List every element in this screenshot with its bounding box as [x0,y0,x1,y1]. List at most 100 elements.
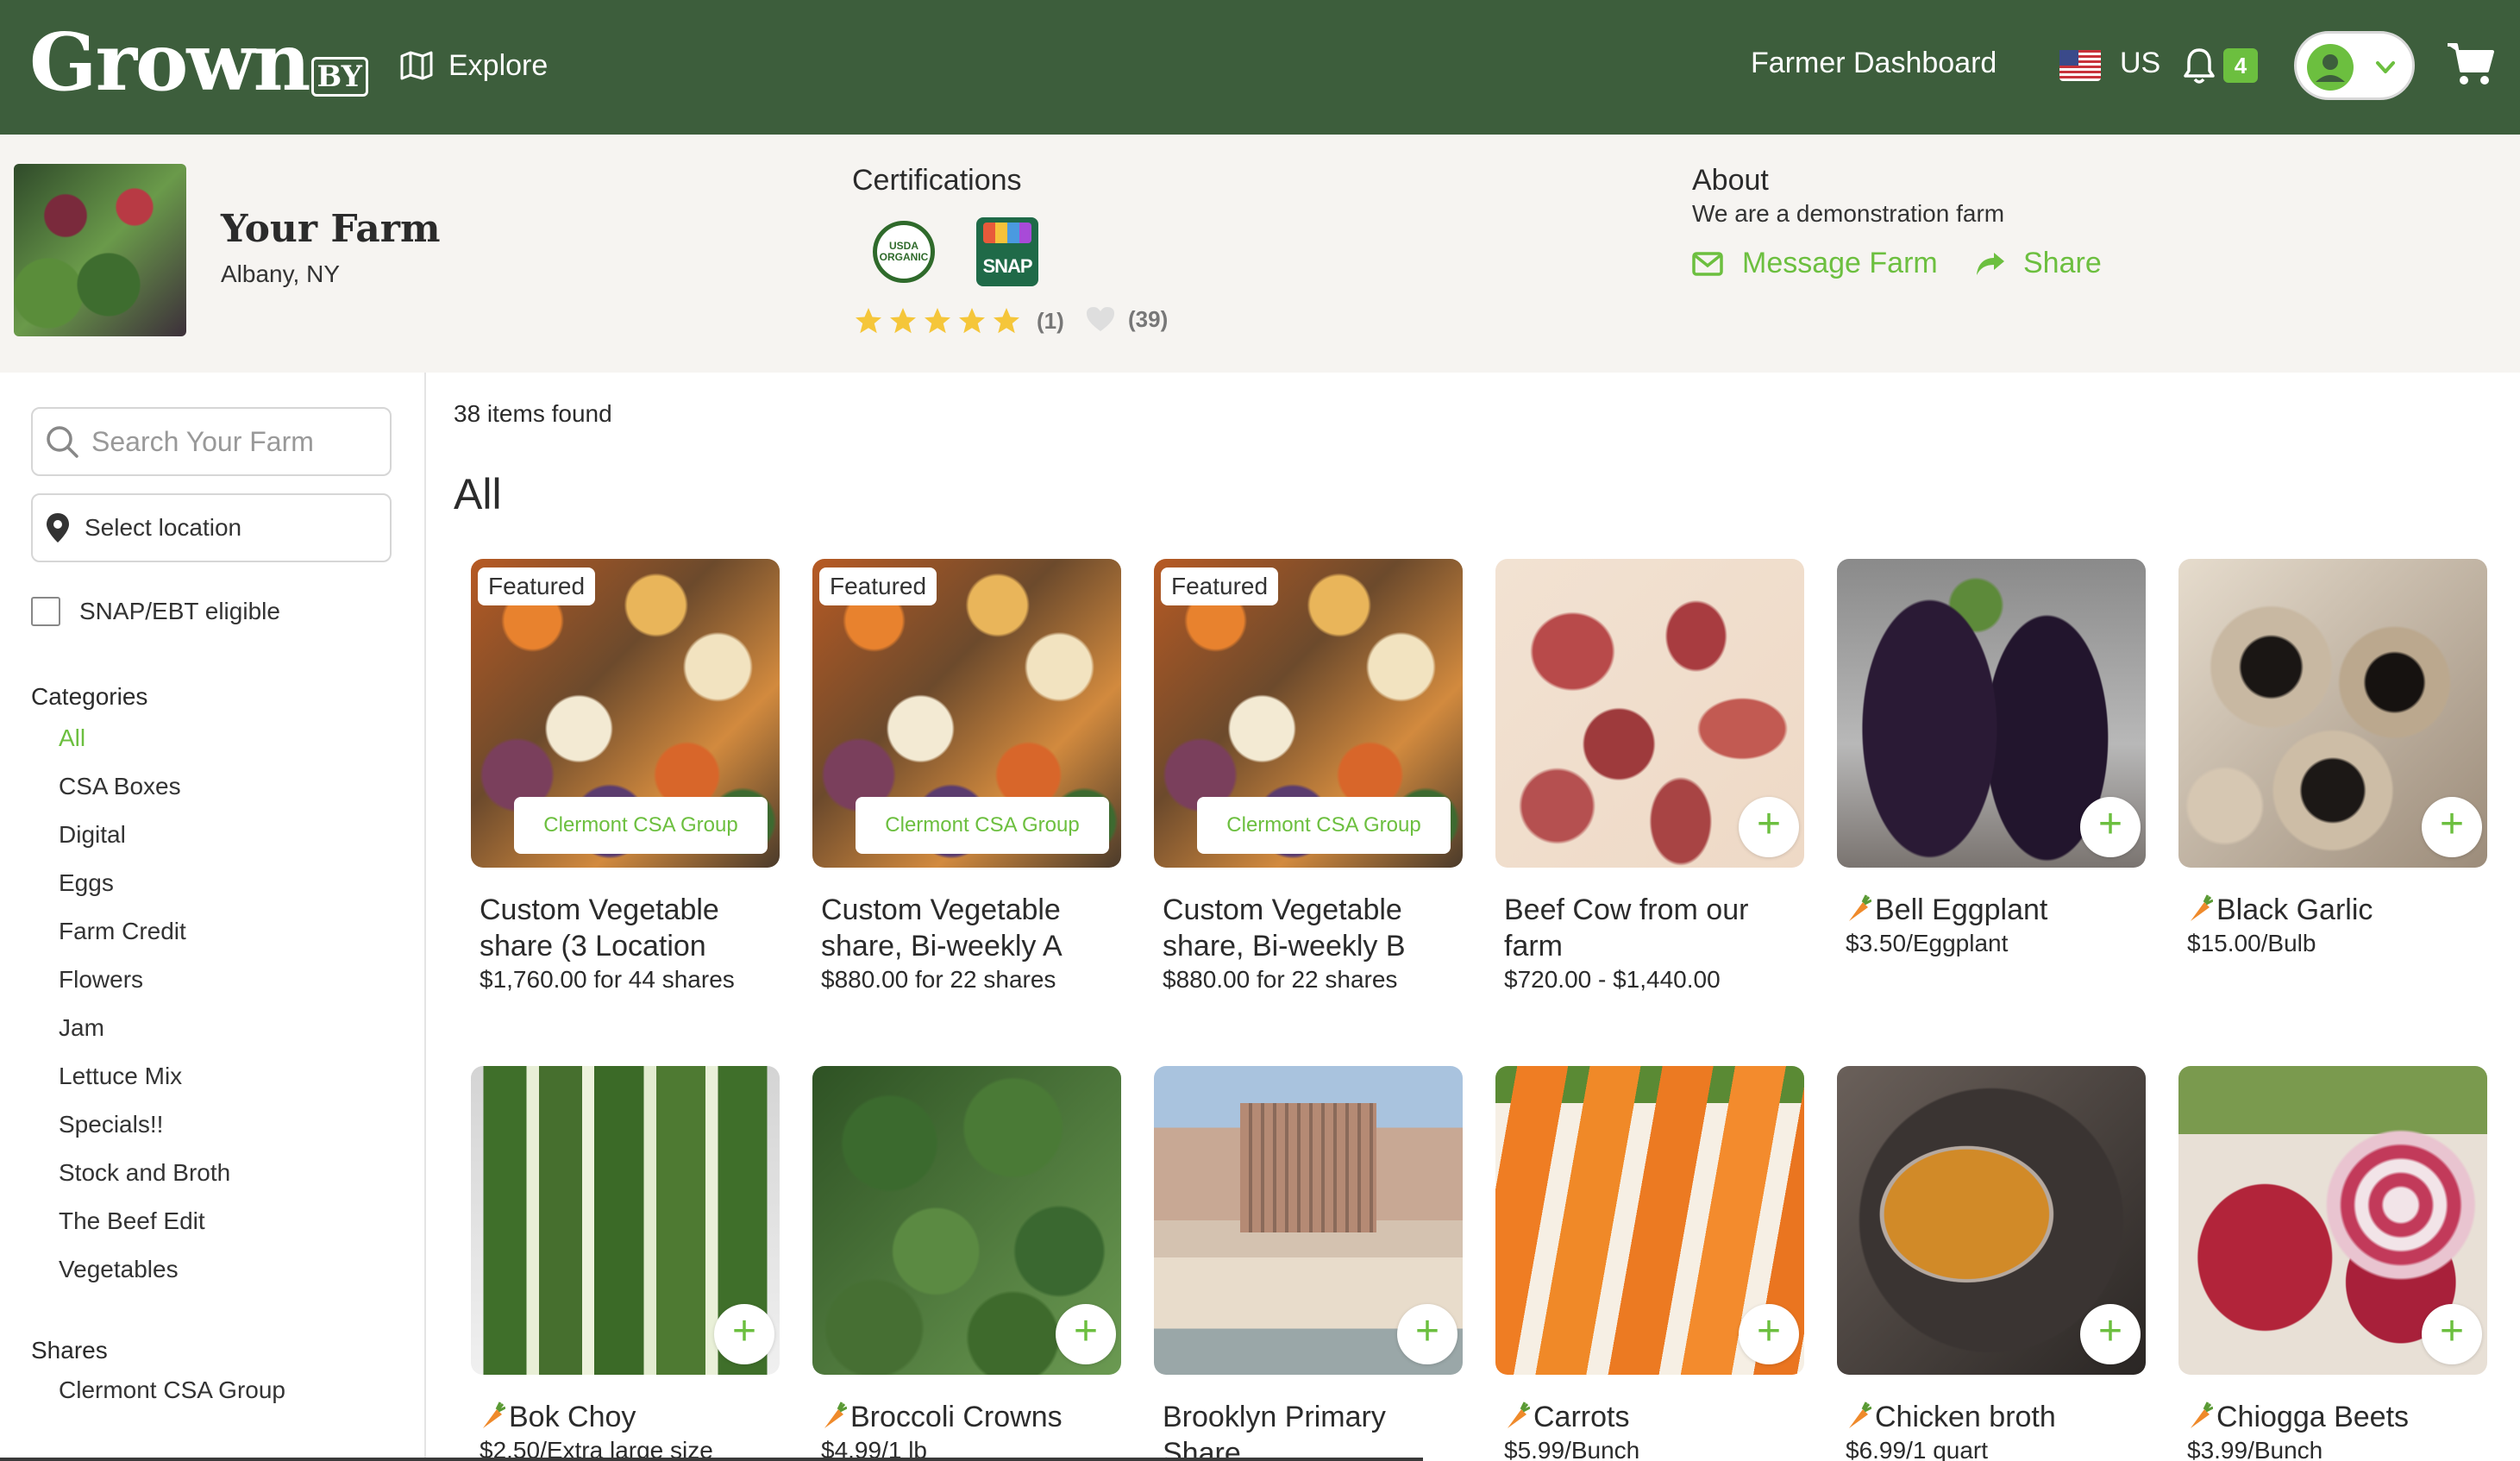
category-csa-boxes[interactable]: CSA Boxes [59,771,230,819]
product-card[interactable]: + Chiogga Beets $3.99/Bunch [2178,1066,2487,1461]
product-card[interactable]: Featured Clermont CSA Group Custom Veget… [1154,559,1463,995]
category-stock-and-broth[interactable]: Stock and Broth [59,1157,230,1206]
product-image[interactable]: + [812,1066,1121,1375]
product-card[interactable]: Featured Clermont CSA Group Custom Veget… [471,559,780,995]
usda-label: USDA ORGANIC [879,240,929,263]
rating[interactable]: (1) [852,305,1064,336]
product-card[interactable]: + Black Garlic $15.00/Bulb [2178,559,2487,959]
product-title-line2: share, Bi-weekly A [821,930,1063,963]
cart-icon[interactable] [2446,41,2494,86]
location-selector[interactable]: Select location [31,493,392,562]
product-title-line1: Black Garlic [2216,894,2373,926]
product-title[interactable]: Custom Vegetable share, Bi-weekly B [1154,892,1463,964]
category-jam[interactable]: Jam [59,1013,230,1061]
add-to-cart-button[interactable]: + [2422,1304,2482,1364]
message-farm-button[interactable]: Message Farm [1692,247,1938,280]
category-eggs[interactable]: Eggs [59,868,230,916]
envelope-icon [1692,251,1723,276]
section-title: All [454,470,502,518]
product-price: $3.99/Bunch [2187,1437,2323,1461]
product-card[interactable]: + Bok Choy $2.50/Extra large size [471,1066,780,1461]
product-card[interactable]: + Broccoli Crowns $4.99/1 lb [812,1066,1121,1461]
snap-ebt-filter[interactable]: SNAP/EBT eligible [31,597,280,626]
explore-link[interactable]: Explore [400,43,548,88]
add-to-cart-button[interactable]: + [714,1304,774,1364]
categories-title: Categories [31,683,148,710]
product-title[interactable]: Carrots [1495,1399,1804,1435]
product-title[interactable]: Broccoli Crowns [812,1399,1121,1435]
add-to-cart-button[interactable]: + [1739,1304,1799,1364]
carrot-icon [1508,1401,1530,1428]
message-farm-label: Message Farm [1742,247,1938,279]
carrot-icon [824,1401,847,1428]
add-to-cart-button[interactable]: + [1397,1304,1457,1364]
product-title-line1: Custom Vegetable [1163,894,1402,926]
product-image[interactable]: + [2178,1066,2487,1375]
product-price: $880.00 for 22 shares [821,966,1056,993]
product-price: $3.50/Eggplant [1846,930,2009,956]
farmer-dashboard-link[interactable]: Farmer Dashboard [1751,47,1997,80]
product-image[interactable]: Featured Clermont CSA Group [1154,559,1463,868]
country-selector[interactable]: US [2120,47,2160,80]
csa-group-button[interactable]: Clermont CSA Group [514,797,768,854]
product-title[interactable]: Black Garlic [2178,892,2487,928]
product-title[interactable]: Bok Choy [471,1399,780,1435]
product-card[interactable]: + Chicken broth $6.99/1 quart [1837,1066,2146,1461]
product-card[interactable]: + Beef Cow from our farm $720.00 - $1,440… [1495,559,1804,995]
featured-badge: Featured [1161,567,1279,605]
product-image[interactable]: + [1837,1066,2146,1375]
snap-label: SNAP [982,255,1032,277]
product-card[interactable]: + Brooklyn Primary Share [1154,1066,1463,1461]
product-card[interactable]: + Bell Eggplant $3.50/Eggplant [1837,559,2146,959]
grownby-logo[interactable]: Grown BY [29,19,368,114]
csa-group-button[interactable]: Clermont CSA Group [856,797,1109,854]
search-box[interactable] [31,407,392,476]
user-menu-button[interactable] [2294,31,2415,100]
us-flag-icon[interactable] [2059,50,2101,81]
featured-badge: Featured [478,567,596,605]
category-lettuce-mix[interactable]: Lettuce Mix [59,1061,230,1109]
product-image[interactable]: + [1495,559,1804,868]
search-input[interactable] [91,425,385,458]
product-image[interactable]: + [1495,1066,1804,1375]
csa-group-button[interactable]: Clermont CSA Group [1197,797,1451,854]
scroll-edge-divider [0,1458,1423,1461]
snap-ebt-checkbox[interactable] [31,597,60,626]
product-title[interactable]: Bell Eggplant [1837,892,2146,928]
product-image[interactable]: Featured Clermont CSA Group [812,559,1121,868]
product-title-line1: Carrots [1533,1401,1630,1433]
share-button[interactable]: Share [1975,247,2102,280]
product-title[interactable]: Custom Vegetable share (3 Location [471,892,780,964]
product-title[interactable]: Brooklyn Primary Share [1154,1399,1463,1461]
category-specials[interactable]: Specials!! [59,1109,230,1157]
product-image[interactable]: + [2178,559,2487,868]
share-clermont-csa-group[interactable]: Clermont CSA Group [59,1376,285,1404]
product-price: $15.00/Bulb [2187,930,2316,956]
product-price: $1,760.00 for 44 shares [480,966,735,993]
product-card[interactable]: + Carrots $5.99/Bunch [1495,1066,1804,1461]
bell-icon[interactable] [2182,47,2216,85]
category-vegetables[interactable]: Vegetables [59,1254,230,1302]
category-all[interactable]: All [59,723,230,771]
product-image[interactable]: Featured Clermont CSA Group [471,559,780,868]
star-icon [925,308,950,334]
product-card[interactable]: Featured Clermont CSA Group Custom Veget… [812,559,1121,995]
product-image[interactable]: + [1837,559,2146,868]
add-to-cart-button[interactable]: + [2080,1304,2141,1364]
product-image[interactable]: + [471,1066,780,1375]
category-digital[interactable]: Digital [59,819,230,868]
product-title[interactable]: Chiogga Beets [2178,1399,2487,1435]
add-to-cart-button[interactable]: + [1739,797,1799,857]
add-to-cart-button[interactable]: + [2080,797,2141,857]
product-image[interactable]: + [1154,1066,1463,1375]
add-to-cart-button[interactable]: + [2422,797,2482,857]
top-nav: Grown BY Explore Farmer Dashboard US 4 [0,0,2520,135]
product-title[interactable]: Custom Vegetable share, Bi-weekly A [812,892,1121,964]
favorite-button[interactable]: (39) [1085,305,1168,333]
product-title[interactable]: Beef Cow from our farm [1495,892,1804,964]
category-farm-credit[interactable]: Farm Credit [59,916,230,964]
product-title[interactable]: Chicken broth [1837,1399,2146,1435]
category-flowers[interactable]: Flowers [59,964,230,1013]
add-to-cart-button[interactable]: + [1056,1304,1116,1364]
category-the-beef-edit[interactable]: The Beef Edit [59,1206,230,1254]
